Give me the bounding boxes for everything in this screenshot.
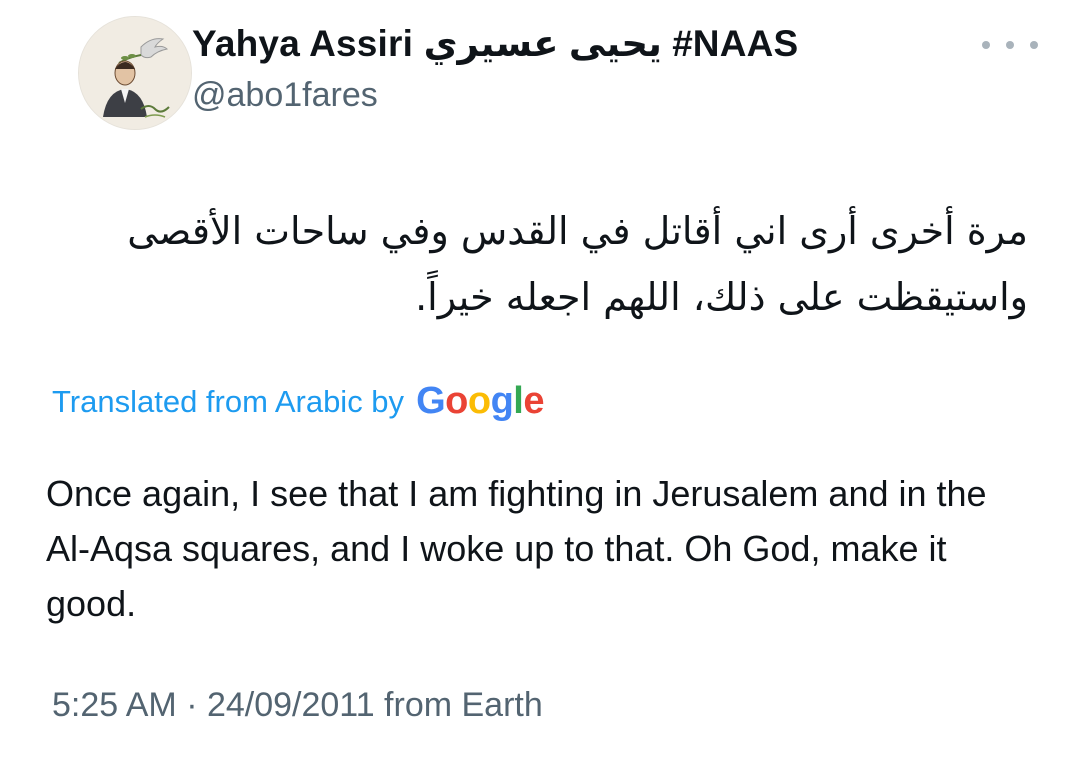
google-logo: Google: [416, 380, 544, 422]
tweet-text-translation: Once again, I see that I am fighting in …: [46, 473, 987, 624]
author-display-name[interactable]: Yahya Assiri يحيى عسيري #NAAS: [192, 22, 798, 65]
tweet-text-arabic: مرة أخرى أرى اني أقاتل في القدس وفي ساحا…: [127, 209, 1028, 319]
avatar-illustration: [79, 17, 191, 129]
author-handle[interactable]: @abo1fares: [192, 76, 378, 115]
tweet-card: Yahya Assiri يحيى عسيري #NAAS @abo1fares…: [0, 0, 1080, 758]
more-horizontal-icon: [982, 41, 1038, 49]
translation-attribution: Translated from Arabic by Google: [52, 380, 544, 423]
more-options-button[interactable]: [982, 30, 1038, 60]
avatar[interactable]: [78, 16, 192, 130]
translated-from-label[interactable]: Translated from Arabic by: [52, 384, 404, 420]
tweet-timestamp[interactable]: 5:25 AM · 24/09/2011 from Earth: [52, 686, 543, 725]
